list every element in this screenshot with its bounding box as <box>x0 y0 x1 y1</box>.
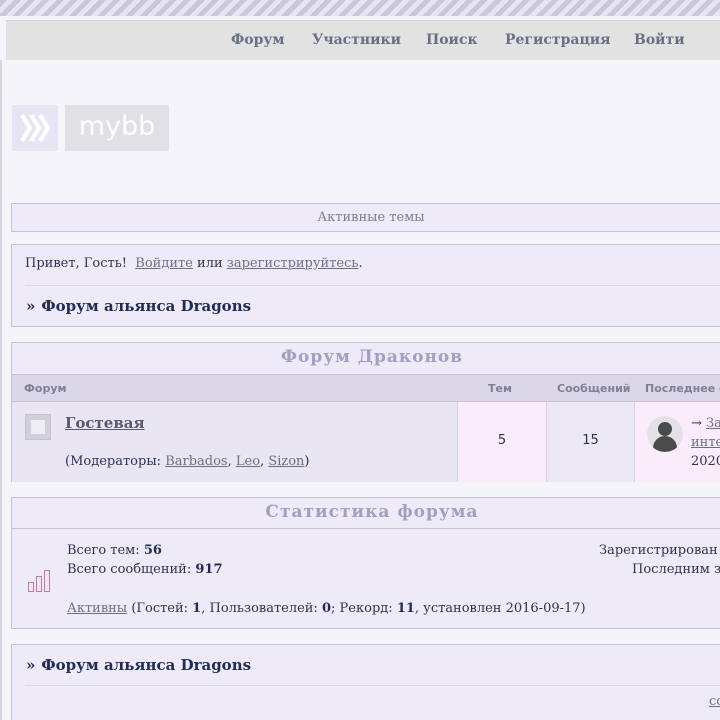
mods-prefix: (Модераторы: <box>65 454 162 469</box>
moderator-link[interactable]: Barbados <box>165 454 227 469</box>
footer-box: » Форум альянса Dragons со <box>11 644 720 720</box>
stats-totals: Всего тем: 56 Всего сообщений: 917 <box>67 541 223 579</box>
guests-label: (Гостей: <box>131 601 189 616</box>
divider <box>25 685 720 686</box>
nav-search[interactable]: Поиск <box>426 32 478 48</box>
nav-register[interactable]: Регистрация <box>505 32 611 48</box>
last-post-info: → За инте 2020 <box>691 414 720 471</box>
users-value: 0 <box>322 601 332 616</box>
guests-value: 1 <box>192 601 202 616</box>
total-posts-label: Всего сообщений: <box>67 562 192 577</box>
forum-table-header: Форум Тем Сообщений Последнее с <box>12 374 720 402</box>
total-topics-value: 56 <box>143 543 162 558</box>
forum-link-guestbook[interactable]: Гостевая <box>65 414 145 432</box>
forum-cell: Гостевая (Модераторы: Barbados, Leo, Siz… <box>12 402 457 482</box>
total-topics-label: Всего тем: <box>67 543 140 558</box>
record-date: , установлен 2016-09-17) <box>414 601 586 616</box>
top-stripe <box>0 0 720 16</box>
breadcrumb: » Форум альянса Dragons <box>26 297 251 315</box>
forum-status-icon <box>25 414 51 440</box>
main-navbar: Форум Участники Поиск Регистрация Войти <box>6 20 720 60</box>
total-posts-value: 917 <box>195 562 223 577</box>
last-registered-label: Последним з <box>632 562 720 577</box>
forum-category: Форум Драконов Форум Тем Сообщений После… <box>11 342 720 482</box>
nav-forum[interactable]: Форум <box>231 32 285 48</box>
record-label: ; Рекорд: <box>331 601 393 616</box>
divider <box>25 285 720 286</box>
guest-greeting: Привет, Гость! Войдите или зарегистрируй… <box>25 256 363 271</box>
moderators: (Модераторы: Barbados, Leo, Sizon) <box>65 454 310 469</box>
breadcrumb-forum[interactable]: Форум альянса Dragons <box>41 297 251 315</box>
moderator-link[interactable]: Sizon <box>268 454 304 469</box>
stats-users: Зарегистрирован Последним з <box>599 541 720 579</box>
greeting-text: Привет, Гость! <box>25 256 128 271</box>
nav-members[interactable]: Участники <box>312 32 401 48</box>
user-avatar-icon[interactable] <box>647 416 683 452</box>
category-title[interactable]: Форум Драконов <box>12 343 720 374</box>
breadcrumb-arrow: » <box>26 297 36 315</box>
welcome-box: Привет, Гость! Войдите или зарегистрируй… <box>11 244 720 327</box>
posts-count: 15 <box>546 402 634 482</box>
col-forum: Форум <box>24 382 67 395</box>
col-topics: Тем <box>488 382 512 395</box>
logo-mark-icon <box>12 105 58 151</box>
nav-login[interactable]: Войти <box>634 32 685 48</box>
or-text: или <box>197 256 223 271</box>
mods-suffix: ) <box>304 454 310 469</box>
topics-count: 5 <box>457 402 546 482</box>
forum-statistics: Статистика форума Всего тем: 56 Всего со… <box>11 497 720 629</box>
online-stats: Активны (Гостей: 1, Пользователей: 0; Ре… <box>67 601 586 616</box>
arrow-icon: → <box>691 416 702 431</box>
login-link[interactable]: Войдите <box>135 256 193 271</box>
forum-row: Гостевая (Модераторы: Barbados, Leo, Siz… <box>12 402 720 482</box>
col-last-post: Последнее с <box>645 382 720 395</box>
registered-label: Зарегистрирован <box>599 543 718 558</box>
footer-breadcrumb: » Форум альянса Dragons <box>26 656 251 674</box>
register-link[interactable]: зарегистрируйтесь <box>227 256 359 271</box>
last-post-link-cont[interactable]: инте <box>691 435 720 450</box>
record-value: 11 <box>396 601 415 616</box>
moderator-link[interactable]: Leo <box>236 454 260 469</box>
col-posts: Сообщений <box>557 382 631 395</box>
footer-link[interactable]: со <box>709 694 720 709</box>
active-topics-link[interactable]: Активные темы <box>11 203 720 232</box>
last-post-date: 2020 <box>691 454 720 469</box>
stats-title: Статистика форума <box>12 498 720 529</box>
last-post-link[interactable]: За <box>706 416 720 431</box>
stats-chart-icon <box>28 570 52 592</box>
last-post-cell: → За инте 2020 <box>634 402 720 482</box>
users-label: , Пользователей: <box>201 601 318 616</box>
greeting-end: . <box>358 256 363 271</box>
logo-wordmark: mybb <box>65 105 169 151</box>
page-border <box>0 60 2 720</box>
footer-breadcrumb-arrow: » <box>26 656 36 674</box>
online-link[interactable]: Активны <box>67 601 127 616</box>
footer-breadcrumb-forum[interactable]: Форум альянса Dragons <box>41 656 251 674</box>
